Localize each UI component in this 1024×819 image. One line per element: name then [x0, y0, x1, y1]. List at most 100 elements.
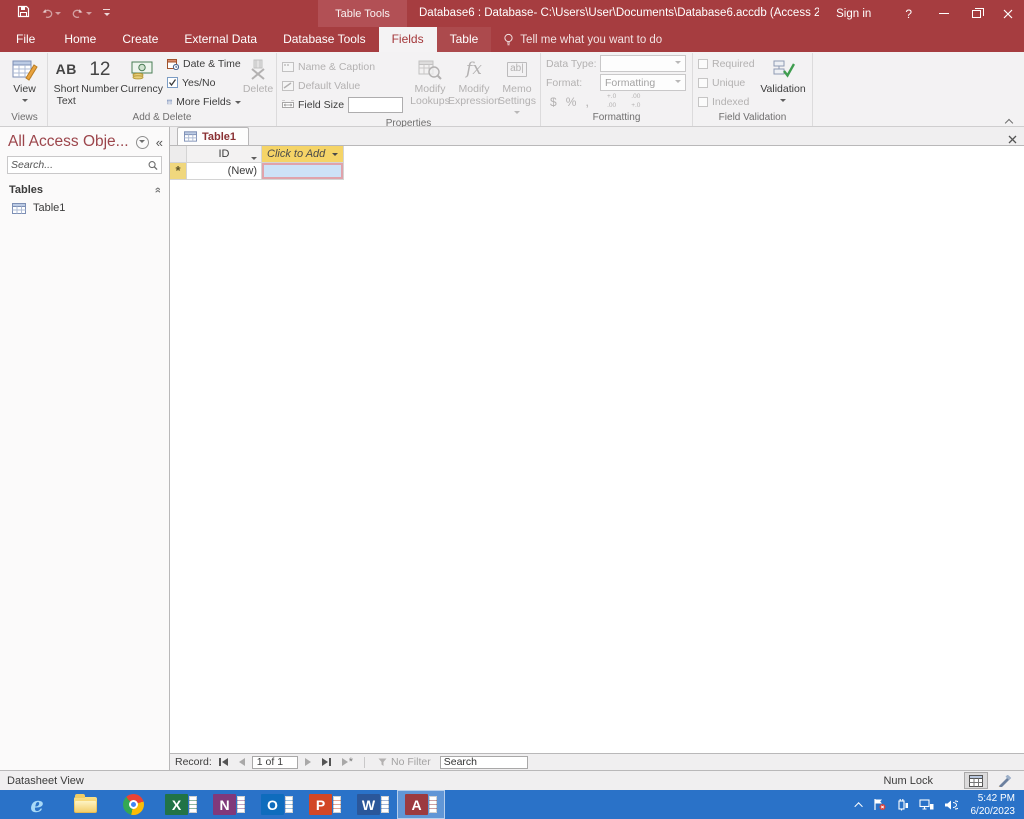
nav-search-box[interactable] [7, 156, 162, 174]
cell-id-new[interactable]: (New) [187, 163, 262, 180]
taskbar-onenote[interactable]: N [205, 790, 253, 819]
nav-group-label: Tables [9, 184, 43, 196]
unique-label: Unique [712, 77, 745, 89]
ribbon-group-add-delete: AB Short Text 12 Number Currency Date & … [48, 53, 277, 126]
percent-format-button: % [566, 95, 577, 109]
group-label-formatting: Formatting [544, 111, 689, 126]
close-icon [1008, 135, 1017, 144]
tab-external-data[interactable]: External Data [171, 27, 270, 52]
validation-label: Validation [760, 83, 805, 95]
yes-no-button[interactable]: Yes/No [165, 73, 243, 92]
taskbar-clock[interactable]: 5:42 PM 6/20/2023 [971, 792, 1016, 818]
taskbar-powerpoint[interactable]: P [301, 790, 349, 819]
customize-quick-access-icon[interactable] [103, 9, 110, 19]
unique-checkbox: Unique [696, 73, 758, 92]
previous-record-button[interactable] [235, 758, 249, 766]
collapse-group-icon[interactable]: » [152, 187, 164, 193]
minimize-icon [939, 13, 949, 14]
data-type-combo [600, 55, 686, 72]
power-icon[interactable] [896, 798, 909, 811]
decrease-decimals-button: .00 +.0 [628, 92, 643, 110]
restore-button[interactable] [960, 0, 992, 27]
short-text-button[interactable]: AB Short Text [51, 54, 81, 111]
nav-item-table1[interactable]: Table1 [0, 199, 169, 217]
minimize-button[interactable] [928, 0, 960, 27]
memo-settings-label: Memo Settings [498, 83, 536, 107]
name-caption-icon [282, 62, 294, 72]
number-button[interactable]: 12 Number [81, 54, 118, 111]
delete-button: Delete [243, 54, 273, 111]
indexed-checkbox-icon [698, 97, 708, 107]
column-dropdown-icon[interactable] [251, 157, 257, 163]
ribbon: View Views AB Short Text 12 Number Curre… [0, 52, 1024, 127]
undo-button[interactable] [41, 8, 61, 19]
shutter-bar-close-icon[interactable]: « [156, 135, 163, 150]
nav-search-input[interactable] [11, 159, 148, 171]
help-button[interactable]: ? [889, 7, 928, 21]
increase-decimals-button: +.0 .00 [604, 92, 619, 110]
no-filter-button[interactable]: No Filter [372, 756, 437, 768]
taskbar-word[interactable]: W [349, 790, 397, 819]
taskbar-excel[interactable]: X [157, 790, 205, 819]
column-id-label: ID [219, 148, 230, 160]
tab-fields[interactable]: Fields [379, 27, 437, 52]
taskbar-internet-explorer[interactable]: e [13, 790, 61, 819]
new-record-button[interactable]: * [338, 758, 357, 766]
date-time-button[interactable]: Date & Time [165, 54, 243, 73]
internet-explorer-icon: e [30, 792, 43, 817]
data-type-label: Data Type: [546, 58, 596, 70]
ribbon-group-properties: Name & Caption Default Value Field Size … [277, 53, 541, 126]
sign-in-button[interactable]: Sign in [818, 8, 889, 20]
active-cell[interactable] [262, 163, 344, 180]
field-size-input[interactable] [348, 97, 403, 113]
num-lock-indicator: Num Lock [883, 775, 933, 787]
redo-button[interactable] [72, 8, 92, 19]
network-icon[interactable] [919, 799, 934, 811]
system-tray: 5:42 PM 6/20/2023 [857, 792, 1024, 818]
group-label-views: Views [5, 111, 44, 126]
tell-me-box[interactable]: Tell me what you want to do [503, 27, 662, 52]
more-fields-button[interactable]: More Fields [165, 92, 243, 111]
no-filter-label: No Filter [391, 756, 431, 768]
datasheet-view-button[interactable] [964, 772, 988, 789]
show-hidden-icons-button[interactable] [854, 802, 862, 810]
nav-pane-menu-button[interactable] [136, 136, 149, 149]
new-record-selector[interactable]: * [170, 163, 187, 180]
collapse-ribbon-button[interactable] [1006, 113, 1014, 121]
record-search-input[interactable] [440, 756, 528, 769]
new-record-row: * (New) [170, 163, 1024, 180]
close-button[interactable] [992, 0, 1024, 27]
next-record-button[interactable] [301, 758, 315, 766]
click-to-add-dropdown-icon[interactable] [332, 153, 338, 159]
number-label: Number [81, 83, 118, 95]
nav-group-tables[interactable]: Tables » [0, 181, 169, 199]
design-view-button[interactable] [993, 772, 1017, 789]
tab-table[interactable]: Table [437, 27, 492, 52]
taskbar-access[interactable]: A [397, 790, 445, 819]
last-record-button[interactable] [318, 758, 335, 766]
row-selector-header[interactable] [170, 146, 187, 163]
tab-database-tools[interactable]: Database Tools [270, 27, 379, 52]
taskbar-outlook[interactable]: O [253, 790, 301, 819]
first-record-button[interactable] [215, 758, 232, 766]
tab-create[interactable]: Create [109, 27, 171, 52]
tab-home[interactable]: Home [51, 27, 109, 52]
modify-expression-button: fx Modify Expression [451, 54, 497, 117]
speaker-icon[interactable] [944, 799, 958, 811]
save-icon[interactable] [17, 5, 30, 23]
tab-file[interactable]: File [0, 27, 51, 52]
validation-button[interactable]: Validation [758, 54, 808, 111]
table-icon [12, 203, 26, 214]
document-tab-table1[interactable]: Table1 [177, 127, 249, 145]
action-center-flag-icon[interactable] [873, 798, 886, 811]
window-title: Database6 : Database- C:\Users\User\Docu… [419, 0, 819, 27]
column-header-id[interactable]: ID [187, 146, 262, 163]
column-header-click-to-add[interactable]: Click to Add [262, 146, 344, 163]
currency-icon [130, 56, 154, 83]
taskbar-chrome[interactable] [109, 790, 157, 819]
record-position-box[interactable]: 1 of 1 [252, 756, 298, 769]
taskbar-file-explorer[interactable] [61, 790, 109, 819]
currency-button[interactable]: Currency [118, 54, 165, 111]
view-button-label: View [13, 83, 36, 95]
view-button[interactable]: View [10, 54, 40, 111]
